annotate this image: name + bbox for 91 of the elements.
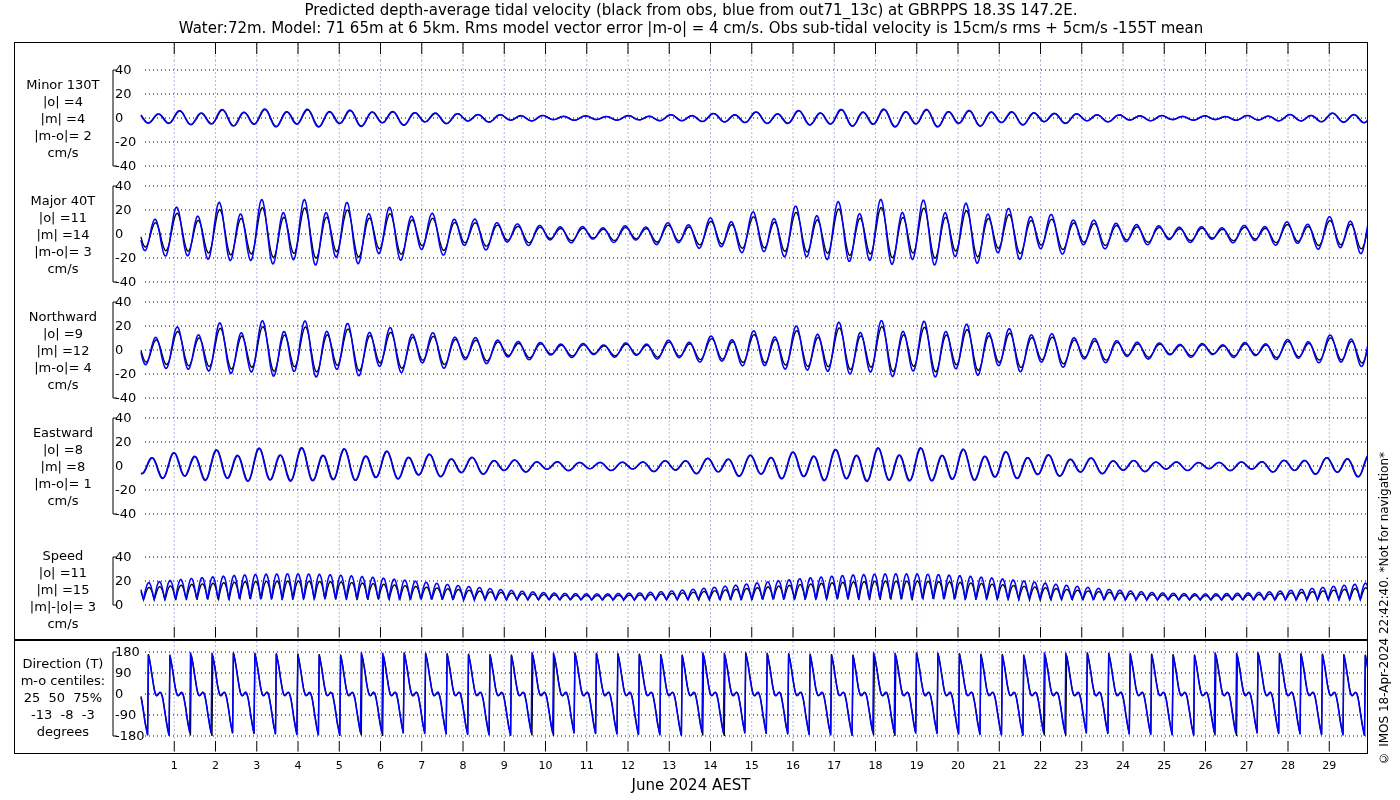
panel-label: |m-o|= 1 [34,474,92,492]
y-tick-label: 20 [114,433,132,449]
day-label: 3 [253,759,261,772]
panel-label: Minor 130T [26,75,100,93]
panel-label: cm/s [47,375,79,393]
y-tick-label: 0 [114,341,124,357]
day-label: 21 [992,759,1007,772]
panel-label: |m-o|= 2 [34,126,92,144]
panel-label: |o| =9 [42,324,83,342]
y-tick-label: 180 [114,643,140,659]
day-label: 16 [786,759,800,772]
day-label: 8 [459,759,467,772]
y-tick-label: -180 [114,727,145,743]
panel-label: cm/s [47,491,79,509]
day-label: 20 [951,759,965,772]
y-tick-label: -40 [114,273,137,289]
y-tick-label: 20 [114,317,132,333]
panel-label: |m| =12 [36,341,90,359]
day-label: 14 [703,759,718,772]
day-label: 15 [744,759,759,772]
day-label: 7 [418,759,426,772]
credit-note: © IMOS 18-Apr-2024 22:42:40. *Not for navigation* [1377,452,1391,765]
day-label: 26 [1198,759,1213,772]
panel-label: |o| =4 [42,92,83,110]
panel-label: |m| =14 [36,225,90,243]
y-tick-label: -20 [114,133,137,149]
day-label: 22 [1033,759,1048,772]
y-tick-label: 90 [114,664,132,680]
panel-label: Speed [42,547,84,564]
day-label: 9 [500,759,508,772]
day-label: 17 [827,759,842,772]
y-tick-label: 40 [114,548,132,564]
day-label: 10 [538,759,553,772]
chart-title: Water:72m. Model: 71 65m at 6 5km. Rms model vector error |m-o| = 4 cm/s. Obs sub-tidal velocity is 15cm/s rms + 5cm/s -155T mean [178,19,1204,37]
panel-label: |m| =8 [40,457,86,475]
panel-label: Major 40T [30,191,96,209]
day-label: 18 [868,759,883,772]
day-label: 12 [621,759,635,772]
panel-label: |o| =11 [38,564,88,581]
y-tick-label: 0 [114,685,124,701]
panel-label: Direction (T) [22,654,104,672]
panel-label: cm/s [47,615,79,632]
panel-label: |m| =4 [40,109,86,127]
panel-label: |o| =8 [42,440,83,458]
day-label: 2 [212,759,219,772]
y-tick-label: 40 [114,293,132,309]
day-label: 29 [1322,759,1337,772]
y-tick-label: -90 [114,706,137,722]
day-label: 13 [662,759,677,772]
y-tick-label: -40 [114,389,137,405]
y-tick-label: 40 [114,177,132,193]
y-tick-label: -40 [114,157,137,173]
panel-label: |m-o|= 3 [34,242,92,260]
day-label: 6 [377,759,384,772]
panel-label: 25 50 75% [23,688,103,706]
y-tick-label: 20 [114,201,132,217]
chart-title: Predicted depth-average tidal velocity (black from obs, blue from out71_13c) at GBRPPS 18.3S 147.2E. [304,1,1078,19]
y-tick-label: 20 [114,85,132,101]
panel-label: degrees [36,722,90,740]
day-label: 28 [1281,759,1295,772]
y-tick-label: -40 [114,505,137,521]
panel-label: cm/s [47,259,79,277]
day-label: 19 [909,759,924,772]
panel-label: |m|-|o|= 3 [29,598,96,615]
panel-label: m-o centiles: [20,671,106,689]
panel-label: cm/s [47,143,79,161]
day-label: 23 [1074,759,1089,772]
panel-label: Northward [28,307,98,325]
y-tick-label: 0 [114,225,124,241]
day-label: 11 [579,759,594,772]
y-tick-label: 0 [114,596,124,612]
day-label: 1 [170,759,178,772]
x-axis-label: June 2024 AEST [631,776,751,794]
day-label: 27 [1239,759,1254,772]
day-label: 5 [335,759,343,772]
panel-label: |m| =15 [36,581,90,598]
panel-label: Eastward [32,423,93,441]
y-tick-label: 0 [114,109,124,125]
y-tick-label: 20 [114,572,132,588]
day-label: 4 [294,759,302,772]
y-tick-label: -20 [114,481,137,497]
y-tick-label: -20 [114,365,137,381]
y-tick-label: 0 [114,457,124,473]
panel-label: -13 -8 -3 [31,705,95,723]
y-tick-label: 40 [114,61,132,77]
y-tick-label: -20 [114,249,137,265]
y-tick-label: 40 [114,409,132,425]
panel-label: |m-o|= 4 [34,358,92,376]
day-label: 24 [1116,759,1130,772]
day-label: 25 [1157,759,1172,772]
panel-label: |o| =11 [38,208,88,226]
